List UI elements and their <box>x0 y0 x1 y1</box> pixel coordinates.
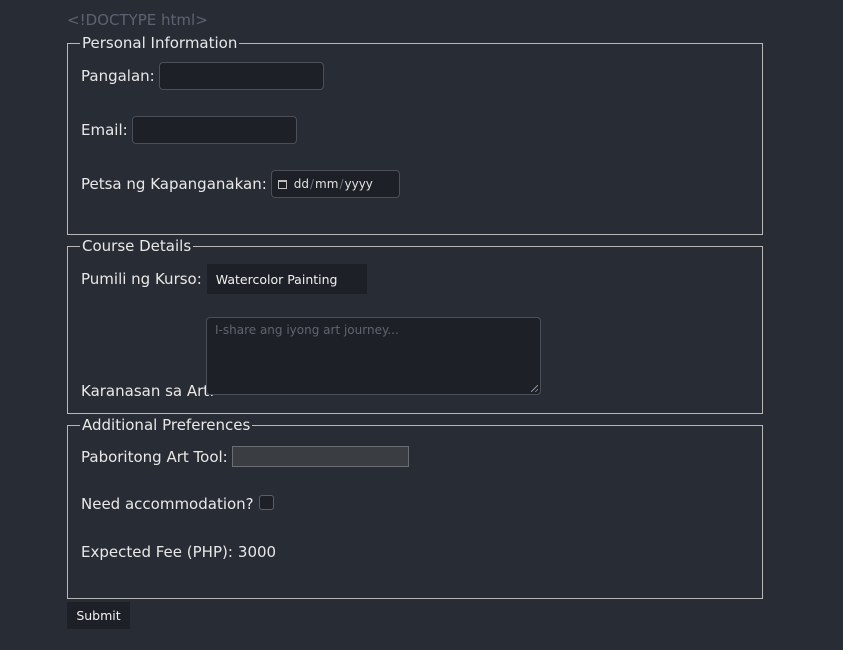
date-month[interactable]: mm <box>315 177 338 191</box>
birthdate-label: Petsa ng Kapanganakan: <box>81 175 267 193</box>
accommodation-checkbox[interactable] <box>258 494 274 510</box>
date-day[interactable]: dd <box>294 177 309 191</box>
date-year[interactable]: yyyy <box>344 177 372 191</box>
personal-information-fieldset: Personal Information Pangalan: Email: Pe… <box>67 33 763 235</box>
resize-grip-icon[interactable] <box>531 385 538 392</box>
fee-label: Expected Fee (PHP): <box>81 543 233 561</box>
birthdate-row: Petsa ng Kapanganakan: dd / mm / yyyy <box>81 170 400 198</box>
course-label: Pumili ng Kurso: <box>81 270 202 288</box>
art-tool-row: Paboritong Art Tool: <box>81 446 409 467</box>
fee-row: Expected Fee (PHP): 3000 <box>81 542 276 562</box>
additional-preferences-legend: Additional Preferences <box>80 415 253 435</box>
accommodation-row: Need accommodation? <box>81 494 274 514</box>
email-input[interactable] <box>131 116 297 144</box>
doctype-text: <!DOCTYPE html> <box>67 11 208 29</box>
additional-preferences-fieldset: Additional Preferences Paboritong Art To… <box>67 415 763 599</box>
name-input[interactable] <box>158 62 324 90</box>
experience-label: Karanasan sa Art: <box>81 382 215 400</box>
experience-row: Karanasan sa Art: <box>81 381 214 401</box>
calendar-icon[interactable] <box>277 179 287 189</box>
course-row: Pumili ng Kurso: Watercolor Painting <box>81 264 367 294</box>
art-tool-input[interactable] <box>231 446 409 467</box>
name-label: Pangalan: <box>81 67 155 85</box>
birthdate-input[interactable]: dd / mm / yyyy <box>270 170 400 198</box>
name-row: Pangalan: <box>81 62 324 90</box>
experience-placeholder: I-share ang iyong art journey... <box>215 323 399 337</box>
art-tool-label: Paboritong Art Tool: <box>81 447 228 466</box>
course-select[interactable]: Watercolor Painting <box>206 264 367 294</box>
email-label: Email: <box>81 121 128 139</box>
accommodation-label: Need accommodation? <box>81 495 254 513</box>
course-details-fieldset: Course Details Pumili ng Kurso: Watercol… <box>67 236 763 414</box>
email-row: Email: <box>81 116 297 144</box>
experience-textarea[interactable]: I-share ang iyong art journey... <box>206 317 541 395</box>
course-details-legend: Course Details <box>80 236 194 256</box>
personal-information-legend: Personal Information <box>80 33 240 53</box>
fee-value: 3000 <box>237 543 277 561</box>
submit-button[interactable]: Submit <box>67 602 130 629</box>
